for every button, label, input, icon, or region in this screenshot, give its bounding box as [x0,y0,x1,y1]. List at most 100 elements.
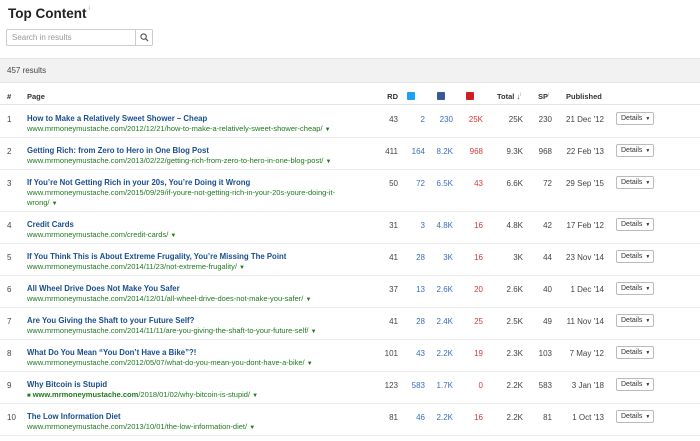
rd-value: 43 [389,115,398,124]
info-icon[interactable]: i [88,6,89,12]
details-button[interactable]: Details ▼ [616,410,654,423]
results-count: 457 results [7,66,47,75]
row-number: 10 [7,413,16,422]
page-title-link[interactable]: The Low Information Diet [27,412,121,421]
header-page[interactable]: Page [27,92,45,101]
details-button[interactable]: Details ▼ [616,346,654,359]
caret-down-icon[interactable]: ▼ [252,393,258,399]
details-button[interactable]: Details ▼ [616,314,654,327]
caret-down-icon: ▼ [645,413,651,420]
twitter-value[interactable]: 13 [401,285,425,294]
details-button[interactable]: Details ▼ [616,250,654,263]
page-title-link[interactable]: Getting Rich: from Zero to Hero in One B… [27,146,209,155]
sp-value: 230 [538,115,552,124]
twitter-value[interactable]: 2 [401,115,425,124]
caret-down-icon[interactable]: ▼ [249,425,255,431]
caret-down-icon[interactable]: ▼ [305,297,311,303]
table-row: 1 How to Make a Relatively Sweet Shower –… [0,106,700,138]
pinterest-value[interactable]: 19 [458,349,483,358]
page-url[interactable]: www.mrmoneymustache.com/2014/12/01/all-w… [27,294,377,305]
url-text: www.mrmoneymustache.com/2013/10/01/the-l… [27,422,248,431]
details-label: Details [621,253,643,260]
details-button[interactable]: Details ▼ [616,176,654,189]
twitter-value[interactable]: 43 [401,349,425,358]
pinterest-value[interactable]: 968 [458,147,483,156]
page-title-link[interactable]: Why Bitcoin is Stupid [27,380,107,389]
details-button[interactable]: Details ▼ [616,218,654,231]
facebook-value[interactable]: 3K [430,253,453,262]
pinterest-value[interactable]: 0 [458,381,483,390]
twitter-value[interactable]: 583 [401,381,425,390]
twitter-value[interactable]: 164 [401,147,425,156]
facebook-value[interactable]: 2.6K [430,285,453,294]
page-title-link[interactable]: All Wheel Drive Does Not Make You Safer [27,284,180,293]
twitter-value[interactable]: 28 [401,253,425,262]
search-button[interactable] [135,29,153,46]
row-number: 6 [7,285,12,294]
facebook-value[interactable]: 230 [430,115,453,124]
pinterest-value[interactable]: 43 [458,179,483,188]
total-value: 2.6K [506,285,523,294]
search-input[interactable] [6,29,135,46]
details-button[interactable]: Details ▼ [616,144,654,157]
url-text-continued: wrong/ [27,198,50,207]
page-title-link[interactable]: If You’re Not Getting Rich in your 20s, … [27,178,250,187]
page-url[interactable]: www.mrmoneymustache.com/2012/12/21/how-t… [27,124,377,135]
twitter-value[interactable]: 46 [401,413,425,422]
caret-down-icon[interactable]: ▼ [307,361,313,367]
rd-value: 50 [389,179,398,188]
info-icon: i [520,92,522,98]
header-total[interactable]: Total ↓i [497,92,521,101]
twitter-value[interactable]: 72 [401,179,425,188]
page-url[interactable]: www.mrmoneymustache.com/2015/09/29/if-yo… [27,188,377,209]
pinterest-value[interactable]: 16 [458,221,483,230]
page-title-link[interactable]: Are You Giving the Shaft to your Future … [27,316,194,325]
page-title-link[interactable]: Credit Cards [27,220,74,229]
details-button[interactable]: Details ▼ [616,378,654,391]
total-value: 25K [508,115,523,124]
page-url[interactable]: ■ www.mrmoneymustache.com/2018/01/02/why… [27,390,377,401]
header-published[interactable]: Published [566,92,602,101]
caret-down-icon[interactable]: ▼ [325,127,331,133]
facebook-value[interactable]: 6.5K [430,179,453,188]
page-url[interactable]: www.mrmoneymustache.com/2014/11/11/are-y… [27,326,377,337]
twitter-value[interactable]: 28 [401,317,425,326]
facebook-value[interactable]: 2.4K [430,317,453,326]
caret-down-icon[interactable]: ▼ [170,233,176,239]
header-rd[interactable]: RD [372,92,398,101]
caret-down-icon[interactable]: ▼ [325,159,331,165]
page-url[interactable]: www.mrmoneymustache.com/2013/10/01/the-l… [27,422,377,433]
header-sp[interactable]: SPi [538,92,549,101]
facebook-value[interactable]: 8.2K [430,147,453,156]
facebook-value[interactable]: 2.2K [430,349,453,358]
details-label: Details [621,221,643,228]
page-url[interactable]: www.mrmoneymustache.com/2012/05/07/what-… [27,358,377,369]
details-button[interactable]: Details ▼ [616,282,654,295]
caret-down-icon[interactable]: ▼ [311,329,317,335]
total-value: 3K [513,253,523,262]
details-label: Details [621,115,643,122]
rd-value: 411 [385,147,398,156]
facebook-value[interactable]: 2.2K [430,413,453,422]
page-url[interactable]: www.mrmoneymustache.com/credit-cards/ ▼ [27,230,377,241]
pinterest-value[interactable]: 20 [458,285,483,294]
page-url[interactable]: www.mrmoneymustache.com/2014/11/23/not-e… [27,262,377,273]
pinterest-value[interactable]: 25 [458,317,483,326]
pinterest-value[interactable]: 16 [458,253,483,262]
caret-down-icon[interactable]: ▼ [239,265,245,271]
page-title-link[interactable]: How to Make a Relatively Sweet Shower – … [27,114,207,123]
page-title-link[interactable]: What Do You Mean “You Don’t Have a Bike”… [27,348,196,357]
page-title-link[interactable]: If You Think This is About Extreme Fruga… [27,252,286,261]
caret-down-icon: ▼ [645,285,651,292]
page-url[interactable]: www.mrmoneymustache.com/2013/02/22/getti… [27,156,377,167]
details-button[interactable]: Details ▼ [616,112,654,125]
pinterest-value[interactable]: 16 [458,413,483,422]
details-label: Details [621,349,643,356]
twitter-value[interactable]: 3 [401,221,425,230]
facebook-value[interactable]: 4.8K [430,221,453,230]
total-value: 2.3K [506,349,523,358]
facebook-value[interactable]: 1.7K [430,381,453,390]
pinterest-value[interactable]: 25K [458,115,483,124]
caret-down-icon[interactable]: ▼ [52,201,58,207]
facebook-icon [437,92,445,100]
